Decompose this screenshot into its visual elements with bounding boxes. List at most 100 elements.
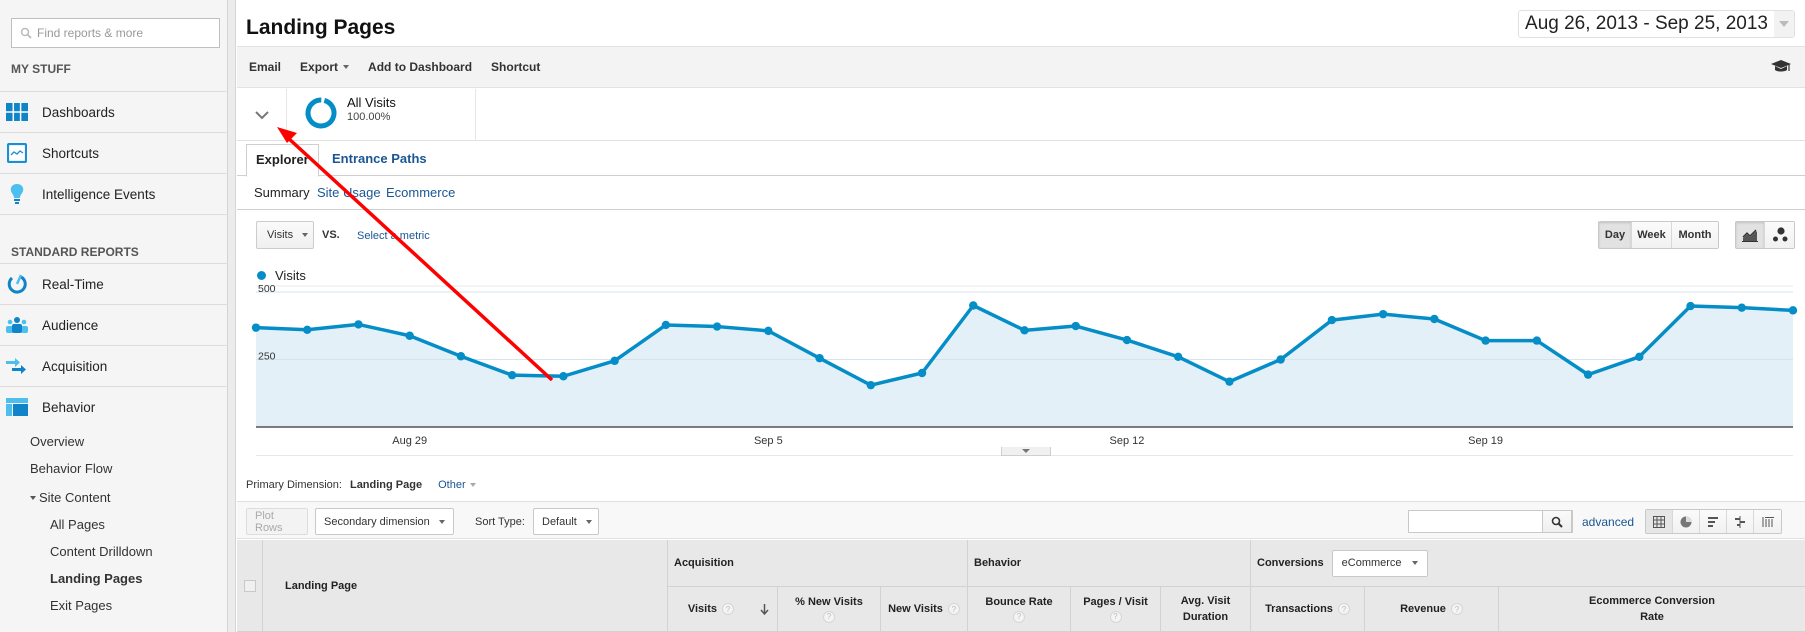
data-point[interactable] [1020, 326, 1029, 335]
select-all-checkbox[interactable] [243, 579, 256, 592]
data-point[interactable] [1788, 306, 1798, 315]
help-icon[interactable]: ? [1013, 610, 1025, 623]
data-point[interactable] [1378, 309, 1388, 319]
add-to-dashboard-button[interactable]: Add to Dashboard [368, 60, 472, 74]
sort-type-select[interactable]: Default [533, 508, 599, 535]
data-point[interactable] [405, 331, 414, 340]
help-icon[interactable]: ? [1337, 603, 1350, 615]
segment-expand-button[interactable] [237, 89, 287, 141]
data-point[interactable] [764, 326, 773, 336]
revenue-column-header[interactable]: Revenue? [1365, 587, 1499, 632]
graduation-cap-icon[interactable] [1771, 59, 1791, 75]
data-point[interactable] [712, 322, 722, 331]
data-point[interactable] [1327, 315, 1337, 325]
data-point[interactable] [303, 325, 312, 334]
shortcut-button[interactable]: Shortcut [491, 60, 540, 74]
data-point[interactable] [1225, 377, 1234, 386]
visits-column-header[interactable]: Visits? [668, 587, 778, 632]
ecommerce-conversion-rate-column-header[interactable]: Ecommerce Conversion Rate [1499, 587, 1805, 632]
data-point[interactable] [354, 320, 363, 329]
chart-collapse-handle[interactable] [1001, 447, 1051, 456]
data-point[interactable] [1737, 303, 1746, 312]
tab-entrance-paths[interactable]: Entrance Paths [323, 144, 436, 176]
line-chart-button[interactable] [1736, 222, 1765, 248]
pages-per-visit-column-header[interactable]: Pages / Visit? [1071, 587, 1161, 632]
help-icon[interactable]: ? [823, 610, 835, 623]
subtab-ecommerce[interactable]: Ecommerce [386, 185, 455, 200]
sidebar-item-landing-pages[interactable]: Landing Pages [50, 571, 142, 586]
performance-view-button[interactable] [1700, 510, 1727, 533]
motion-chart-button[interactable] [1765, 222, 1794, 248]
help-icon[interactable]: ? [1109, 610, 1122, 623]
sidebar-item-content-drilldown[interactable]: Content Drilldown [50, 544, 153, 559]
export-button[interactable]: Export [300, 60, 350, 74]
table-search-button[interactable] [1542, 510, 1572, 533]
data-point[interactable] [1635, 352, 1644, 361]
pct-new-visits-column-header[interactable]: % New Visits? [778, 587, 881, 632]
data-point[interactable] [661, 320, 671, 330]
data-point[interactable] [251, 323, 261, 332]
report-search-input[interactable]: Find reports & more [11, 18, 220, 48]
data-point[interactable] [1276, 355, 1285, 364]
comparison-view-button[interactable] [1727, 510, 1754, 533]
sidebar-item-all-pages[interactable]: All Pages [50, 517, 105, 532]
data-point[interactable] [1686, 301, 1695, 311]
data-point[interactable] [610, 356, 619, 366]
sidebar-item-audience[interactable]: Audience [0, 304, 228, 345]
sidebar-item-acquisition[interactable]: Acquisition [0, 345, 228, 386]
data-point[interactable] [1481, 336, 1490, 345]
data-point[interactable] [456, 352, 466, 361]
data-point[interactable] [917, 368, 927, 378]
metric-select[interactable]: Visits [256, 221, 314, 249]
sidebar-item-exit-pages[interactable]: Exit Pages [50, 598, 112, 613]
landing-page-column-header[interactable]: Landing Page [263, 540, 668, 632]
sidebar-item-behavior[interactable]: Behavior [0, 386, 228, 427]
transactions-column-header[interactable]: Transactions? [1251, 587, 1365, 632]
grid-icon [1653, 515, 1665, 528]
data-point[interactable] [1122, 335, 1132, 345]
sidebar-item-site-content[interactable]: Site Content [30, 490, 111, 505]
help-icon[interactable]: ? [722, 603, 734, 615]
subtab-site-usage[interactable]: Site Usage [317, 185, 381, 200]
data-point[interactable] [1174, 352, 1183, 361]
term-cloud-view-button[interactable] [1754, 510, 1781, 533]
select-comparison-metric-link[interactable]: Select a metric [357, 230, 430, 242]
tab-explorer[interactable]: Explorer [246, 144, 319, 177]
data-point[interactable] [507, 370, 517, 380]
data-point[interactable] [1430, 314, 1439, 324]
sidebar-resize-handle[interactable] [228, 0, 236, 632]
primary-dimension-value[interactable]: Landing Page [350, 479, 422, 491]
data-point[interactable] [969, 301, 978, 310]
data-point[interactable] [866, 380, 875, 390]
help-icon[interactable]: ? [1450, 603, 1463, 615]
percentage-view-button[interactable] [1673, 510, 1700, 533]
data-point[interactable] [1583, 370, 1593, 379]
sidebar-item-overview[interactable]: Overview [30, 434, 84, 449]
sidebar-item-shortcuts[interactable]: Shortcuts [0, 132, 228, 173]
secondary-dimension-select[interactable]: Secondary dimension [315, 508, 454, 535]
bounce-rate-column-header[interactable]: Bounce Rate? [968, 587, 1071, 632]
email-button[interactable]: Email [249, 60, 281, 74]
advanced-filter-link[interactable]: advanced [1582, 515, 1634, 529]
date-range-picker[interactable]: Aug 26, 2013 - Sep 25, 2013 [1518, 10, 1795, 38]
conversions-goal-select[interactable]: eCommerce [1331, 549, 1428, 577]
data-point[interactable] [559, 372, 568, 381]
sidebar-item-intelligence-events[interactable]: Intelligence Events [0, 173, 228, 214]
day-button[interactable]: Day [1599, 222, 1632, 248]
plot-rows-button[interactable]: Plot Rows [246, 508, 308, 535]
data-point[interactable] [815, 353, 824, 363]
data-point[interactable] [1532, 336, 1542, 345]
subtab-summary[interactable]: Summary [254, 185, 310, 200]
data-point[interactable] [1071, 321, 1080, 331]
help-icon[interactable]: ? [947, 603, 960, 615]
segment-all-visits[interactable]: All Visits 100.00% [287, 89, 476, 141]
sidebar-item-dashboards[interactable]: Dashboards [0, 91, 228, 132]
avg-visit-duration-column-header[interactable]: Avg. Visit Duration [1161, 587, 1251, 632]
data-view-button[interactable] [1646, 510, 1673, 533]
other-dimension-dropdown[interactable]: Other [438, 479, 476, 491]
month-button[interactable]: Month [1672, 222, 1718, 248]
sidebar-item-real-time[interactable]: Real-Time [0, 263, 228, 304]
new-visits-column-header[interactable]: New Visits? [881, 587, 968, 632]
sidebar-item-behavior-flow[interactable]: Behavior Flow [30, 461, 112, 476]
week-button[interactable]: Week [1632, 222, 1672, 248]
